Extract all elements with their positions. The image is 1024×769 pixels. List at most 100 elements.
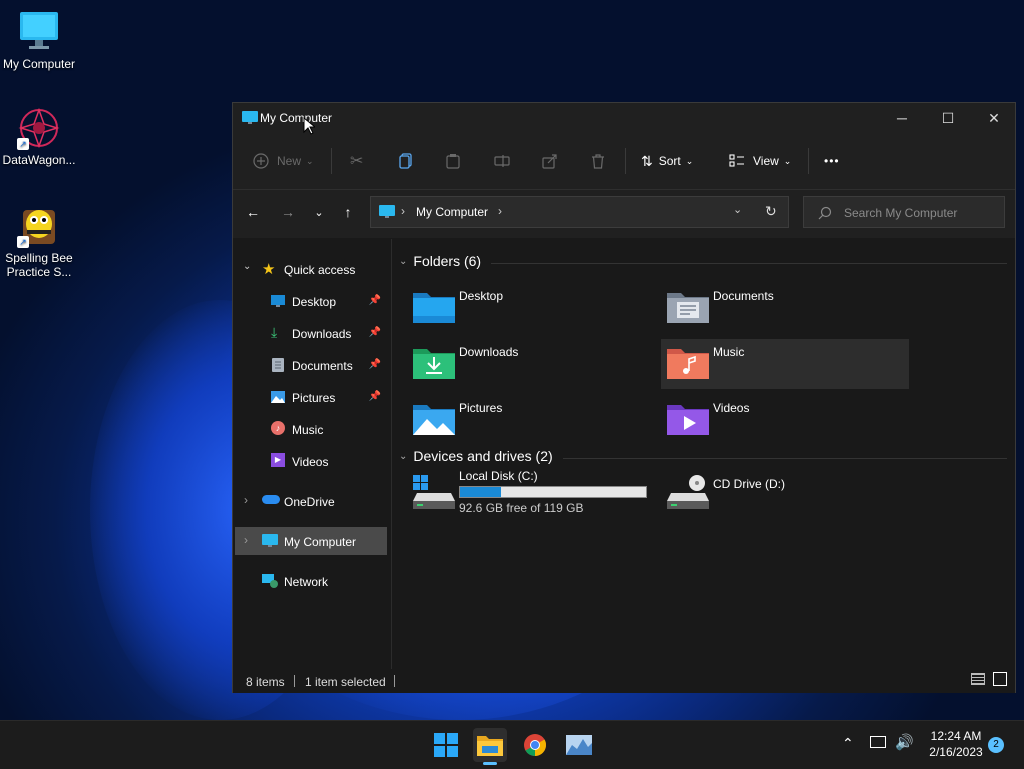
download-arrow-icon: ⤓ — [271, 324, 278, 340]
taskbar-chrome[interactable] — [518, 728, 552, 762]
start-button[interactable] — [429, 728, 463, 762]
sidebar-item-network[interactable]: Network — [233, 567, 389, 595]
folder-videos[interactable]: Videos — [661, 395, 909, 445]
shortcut-arrow-icon: ↗ — [17, 236, 29, 248]
item-count: 8 items — [246, 675, 285, 689]
chevron-down-icon: ⌄ — [243, 261, 252, 272]
view-label: View — [753, 154, 779, 168]
sidebar-item-onedrive[interactable]: › OneDrive — [233, 487, 389, 515]
sidebar-item-label: My Computer — [284, 535, 357, 549]
address-bar[interactable]: › My Computer › ⌄ ↻ — [370, 196, 789, 228]
folder-documents[interactable]: Documents — [661, 283, 909, 333]
refresh-icon[interactable]: ↻ — [765, 203, 777, 220]
search-box[interactable] — [803, 196, 1005, 228]
chevron-down-icon: ⌄ — [783, 155, 792, 166]
folder-pictures[interactable]: Pictures — [407, 395, 655, 445]
taskbar-file-explorer[interactable] — [473, 728, 507, 765]
sidebar-item-downloads[interactable]: ⤓ Downloads 📌 — [233, 319, 389, 347]
paste-icon — [446, 154, 460, 169]
back-button[interactable]: ← — [241, 200, 265, 224]
folder-label: Music — [713, 345, 745, 359]
search-input[interactable] — [842, 203, 996, 223]
sidebar-item-documents[interactable]: Documents 📌 — [233, 351, 389, 379]
drive-usage-bar — [459, 486, 647, 498]
notification-badge[interactable]: 2 — [988, 737, 1004, 753]
rename-button[interactable] — [494, 133, 510, 189]
cd-drive-icon — [667, 475, 709, 509]
copy-button[interactable] — [398, 133, 414, 189]
cut-button[interactable]: ✂ — [350, 133, 363, 189]
drives-group-header[interactable]: ⌄ Devices and drives (2) — [399, 448, 553, 464]
title-bar[interactable]: My Computer ─ ☐ ✕ — [233, 103, 1015, 133]
desktop-icon-my-computer[interactable]: My Computer — [1, 10, 77, 71]
drive-cd-d[interactable]: CD Drive (D:) — [661, 469, 909, 519]
folder-desktop[interactable]: Desktop — [407, 283, 655, 333]
details-view-icon[interactable] — [971, 673, 985, 685]
network-status-icon[interactable] — [870, 736, 886, 748]
recent-locations-button[interactable]: ⌄ — [307, 200, 331, 224]
sort-button[interactable]: ⇅ Sort ⌄ — [641, 133, 693, 189]
sidebar-item-quick-access[interactable]: ⌄ ★ Quick access — [233, 255, 389, 283]
volume-icon[interactable]: 🔊 — [895, 733, 914, 751]
taskbar-photo-app[interactable] — [562, 728, 596, 762]
music-note-icon: ♪ — [271, 421, 285, 435]
more-label: ••• — [824, 154, 840, 168]
close-button[interactable]: ✕ — [971, 103, 1017, 133]
drive-free-space: 92.6 GB free of 119 GB — [459, 501, 584, 515]
sidebar-item-pictures[interactable]: Pictures 📌 — [233, 383, 389, 411]
chevron-down-icon: ⌄ — [685, 155, 694, 166]
rename-icon — [494, 155, 510, 167]
documents-folder-icon — [667, 293, 709, 323]
address-history-dropdown[interactable]: ⌄ — [733, 203, 742, 216]
chevron-right-icon: › — [244, 493, 248, 507]
desktop-icon-datawagon[interactable]: ↗ DataWagon... — [1, 106, 77, 167]
folder-music[interactable]: Music — [661, 339, 909, 389]
picture-icon — [271, 391, 285, 403]
large-icons-view-icon[interactable] — [993, 672, 1007, 686]
forward-button[interactable]: → — [276, 200, 300, 224]
more-options-button[interactable]: ••• — [824, 133, 840, 189]
delete-button[interactable] — [590, 133, 606, 189]
music-folder-icon — [667, 349, 709, 379]
pin-icon: 📌 — [368, 295, 381, 306]
chevron-down-icon: ⌄ — [314, 206, 324, 219]
clock[interactable]: 12:24 AM 2/16/2023 — [920, 728, 992, 760]
new-button[interactable]: New ⌄ — [253, 133, 314, 189]
desktop-folder-icon — [271, 295, 285, 307]
folder-label: Downloads — [459, 345, 519, 359]
content-pane: ⌄ Folders (6) Desktop Documents Download… — [393, 239, 1015, 669]
sort-label: Sort — [658, 154, 681, 168]
sidebar-item-videos[interactable]: ▶ Videos — [233, 447, 389, 475]
sidebar-item-label: Downloads — [292, 327, 352, 341]
drive-local-disk-c[interactable]: Local Disk (C:) 92.6 GB free of 119 GB — [407, 469, 653, 519]
chrome-icon — [524, 734, 546, 756]
sidebar-item-desktop[interactable]: Desktop 📌 — [233, 287, 389, 315]
new-label: New — [277, 154, 302, 168]
maximize-button[interactable]: ☐ — [925, 103, 971, 133]
drive-label: CD Drive (D:) — [713, 477, 785, 491]
active-indicator — [483, 762, 497, 765]
paste-button[interactable] — [445, 133, 461, 189]
up-button[interactable]: ↑ — [336, 200, 360, 224]
group-divider — [491, 263, 1007, 264]
clock-date: 2/16/2023 — [929, 745, 983, 759]
sidebar-item-music[interactable]: ♪ Music — [233, 415, 389, 443]
sidebar-item-label: Documents — [292, 359, 353, 373]
show-hidden-icons-button[interactable]: ⌃ — [842, 735, 854, 752]
sidebar-item-my-computer[interactable]: › My Computer — [235, 527, 387, 555]
chevron-right-icon: › — [401, 204, 405, 218]
datawagon-icon: ↗ — [17, 106, 61, 150]
breadcrumb-my-computer[interactable]: My Computer — [416, 205, 488, 219]
folder-label: Pictures — [459, 401, 503, 415]
minimize-button[interactable]: ─ — [879, 103, 925, 133]
view-button[interactable]: View ⌄ — [729, 133, 791, 189]
chevron-right-icon[interactable]: › — [498, 204, 502, 218]
drive-usage-fill — [460, 487, 501, 497]
sidebar-item-label: Desktop — [292, 295, 337, 309]
folders-group-header[interactable]: ⌄ Folders (6) — [399, 253, 481, 269]
desktop-icon-spelling-bee[interactable]: ↗ Spelling Bee Practice S... — [1, 204, 77, 279]
windows-logo-icon — [434, 733, 458, 757]
pin-icon: 📌 — [368, 391, 381, 402]
share-button[interactable] — [542, 133, 558, 189]
folder-downloads[interactable]: Downloads — [407, 339, 655, 389]
